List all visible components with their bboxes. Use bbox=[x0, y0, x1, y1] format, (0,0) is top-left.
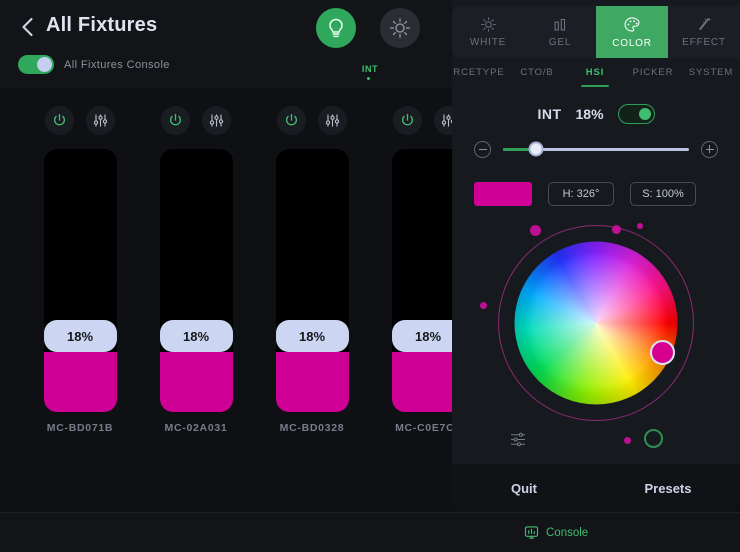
back-button[interactable] bbox=[14, 14, 40, 40]
light-bulb-button[interactable] bbox=[316, 8, 356, 48]
tab-label: EFFECT bbox=[682, 37, 726, 48]
color-chips-row: H: 326° S: 100% bbox=[452, 182, 740, 206]
bar-chart-icon bbox=[552, 16, 569, 33]
sliders-icon bbox=[93, 113, 108, 128]
sliders-icon bbox=[209, 113, 224, 128]
fixture-settings-button[interactable] bbox=[86, 106, 115, 135]
light-bulb-icon bbox=[326, 17, 346, 39]
color-wheel-area[interactable] bbox=[452, 218, 740, 428]
all-fixtures-console-label: All Fixtures Console bbox=[64, 59, 170, 71]
sun-icon bbox=[389, 17, 411, 39]
bottom-navigation: Fixtures Console bbox=[0, 512, 740, 552]
tab-label: WHITE bbox=[470, 37, 506, 48]
subtab-system[interactable]: SYSTEM bbox=[682, 58, 740, 88]
intensity-toggle[interactable] bbox=[618, 104, 655, 124]
sliders-icon bbox=[510, 431, 527, 448]
tab-gel[interactable]: GEL bbox=[524, 6, 596, 58]
fixture-buttons bbox=[22, 106, 138, 135]
color-control-panel: WHITE GEL COLOR bbox=[452, 0, 740, 512]
power-icon bbox=[52, 113, 67, 128]
fader-fill bbox=[276, 352, 349, 412]
circle-ring-icon[interactable] bbox=[644, 429, 663, 448]
palette-icon bbox=[623, 16, 641, 34]
fixture-settings-button[interactable] bbox=[318, 106, 347, 135]
sun-icon bbox=[480, 16, 497, 33]
subtab-hsi[interactable]: HSI bbox=[566, 58, 624, 88]
panel-actions: Quit Presets bbox=[452, 464, 740, 512]
fixture-fader[interactable]: 18% bbox=[160, 149, 233, 412]
all-fixtures-console-toggle[interactable] bbox=[18, 55, 54, 74]
fixture-fader[interactable]: 18% bbox=[276, 149, 349, 412]
wheel-bottom-icons bbox=[452, 425, 740, 461]
intensity-slider[interactable] bbox=[503, 148, 689, 151]
preset-dot[interactable] bbox=[530, 225, 541, 236]
fixture-buttons bbox=[254, 106, 370, 135]
intensity-row: INT 18% bbox=[452, 104, 740, 124]
hue-chip[interactable]: H: 326° bbox=[548, 182, 614, 206]
nav-label: Console bbox=[546, 527, 588, 539]
fader-handle[interactable]: 18% bbox=[276, 320, 349, 352]
fixture-power-button[interactable] bbox=[161, 106, 190, 135]
brightness-button[interactable] bbox=[380, 8, 420, 48]
fixture-card[interactable]: 18% MC-BD071B bbox=[22, 106, 138, 434]
power-icon bbox=[168, 113, 183, 128]
sliders-icon bbox=[325, 113, 340, 128]
preset-dot[interactable] bbox=[480, 302, 487, 309]
saturation-chip[interactable]: S: 100% bbox=[630, 182, 696, 206]
intensity-slider-row bbox=[452, 138, 740, 160]
color-wheel-selector[interactable] bbox=[650, 340, 675, 365]
wheel-sliders-button[interactable] bbox=[510, 431, 527, 453]
app-root: All Fixtures All Fixtures Console INT bbox=[0, 0, 740, 552]
presets-button[interactable]: Presets bbox=[596, 464, 740, 512]
panel-tabbar: WHITE GEL COLOR bbox=[452, 6, 740, 58]
quit-button[interactable]: Quit bbox=[452, 464, 596, 512]
slider-knob[interactable] bbox=[529, 142, 544, 157]
int-tag-label: INT bbox=[355, 64, 385, 74]
fader-fill bbox=[160, 352, 233, 412]
chevron-left-icon bbox=[21, 17, 34, 37]
fixture-settings-button[interactable] bbox=[202, 106, 231, 135]
color-swatch[interactable] bbox=[474, 182, 532, 206]
fixture-name: MC-BD0328 bbox=[254, 422, 370, 434]
fixture-power-button[interactable] bbox=[45, 106, 74, 135]
fixture-card[interactable]: 18% MC-BD0328 bbox=[254, 106, 370, 434]
fixture-buttons bbox=[138, 106, 254, 135]
fixture-name: MC-02A031 bbox=[138, 422, 254, 434]
tab-label: COLOR bbox=[612, 38, 652, 49]
fader-handle[interactable]: 18% bbox=[44, 320, 117, 352]
fixture-power-button[interactable] bbox=[393, 106, 422, 135]
page-title: All Fixtures bbox=[46, 14, 157, 37]
tab-label: GEL bbox=[549, 37, 571, 48]
intensity-label: INT bbox=[537, 106, 561, 122]
toggle-knob bbox=[639, 108, 651, 120]
color-wheel-shading bbox=[515, 242, 678, 405]
preset-dot[interactable] bbox=[624, 437, 631, 444]
intensity-value: 18% bbox=[576, 106, 604, 122]
toggle-knob bbox=[37, 57, 52, 72]
fader-handle[interactable]: 18% bbox=[160, 320, 233, 352]
preset-dot[interactable] bbox=[612, 225, 621, 234]
magic-wand-icon bbox=[696, 16, 713, 33]
preset-dot[interactable] bbox=[637, 223, 643, 229]
fixture-card[interactable]: 18% MC-02A031 bbox=[138, 106, 254, 434]
fader-fill bbox=[44, 352, 117, 412]
console-icon bbox=[524, 525, 539, 540]
tab-effect[interactable]: EFFECT bbox=[668, 6, 740, 58]
plus-circle-icon[interactable] bbox=[701, 141, 718, 158]
fixture-power-button[interactable] bbox=[277, 106, 306, 135]
power-icon bbox=[400, 113, 415, 128]
fixture-name: MC-BD071B bbox=[22, 422, 138, 434]
int-indicator-dot bbox=[367, 77, 370, 80]
minus-circle-icon[interactable] bbox=[474, 141, 491, 158]
nav-item-console[interactable]: Console bbox=[524, 525, 588, 540]
subtab-sourcetype[interactable]: RCETYPE bbox=[450, 58, 508, 88]
tab-color[interactable]: COLOR bbox=[596, 6, 668, 58]
tab-white[interactable]: WHITE bbox=[452, 6, 524, 58]
fixture-fader[interactable]: 18% bbox=[44, 149, 117, 412]
subtab-ctob[interactable]: CTO/B bbox=[508, 58, 566, 88]
power-icon bbox=[284, 113, 299, 128]
subtab-picker[interactable]: PICKER bbox=[624, 58, 682, 88]
panel-subtabbar: RCETYPE CTO/B HSI PICKER SYSTEM bbox=[450, 58, 740, 88]
console-toggle-row[interactable]: All Fixtures Console bbox=[18, 55, 170, 74]
